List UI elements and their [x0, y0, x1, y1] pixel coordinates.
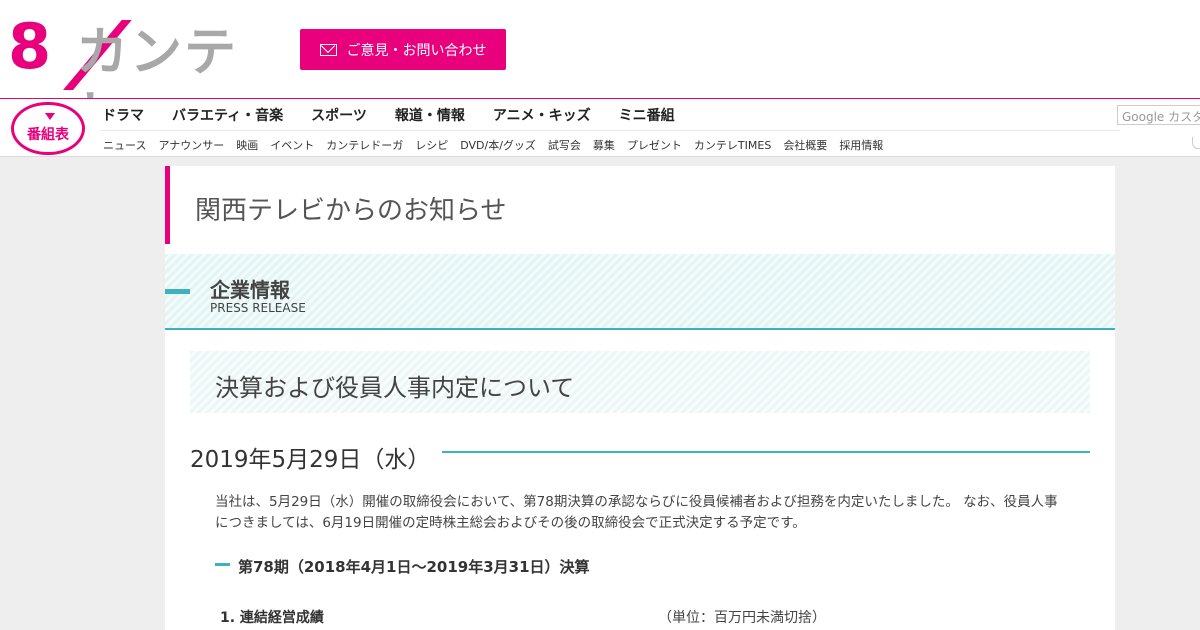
- contact-button-label: ご意見・お問い合わせ: [346, 42, 487, 59]
- sub-nav-item[interactable]: プレゼント: [627, 137, 682, 153]
- nav-item-news-info[interactable]: 報道・情報: [395, 105, 465, 125]
- nav-item-anime-kids[interactable]: アニメ・キッズ: [493, 105, 591, 125]
- article-body: 当社は、5月29日（水）開催の取締役会において、第78期決算の承認ならびに役員候…: [215, 494, 1058, 531]
- chevron-down-icon: [45, 113, 55, 120]
- nav-item-drama[interactable]: ドラマ: [102, 105, 144, 125]
- section-subtitle: PRESS RELEASE: [210, 301, 306, 315]
- kantele-logo[interactable]: 8 カンテレ: [8, 10, 263, 146]
- mail-icon: [319, 43, 337, 56]
- sub-nav-item[interactable]: 募集: [593, 137, 615, 153]
- article-title: 決算および役員人事内定について: [215, 374, 575, 402]
- sub-nav-item[interactable]: アナウンサー: [158, 137, 224, 153]
- subheading: 第78期（2018年4月1日～2019年3月31日）決算: [238, 558, 590, 576]
- sub-nav-item[interactable]: 試写会: [548, 137, 581, 153]
- global-nav: 番組表 ドラマ バラエティ・音楽 スポーツ 報道・情報 アニメ・キッズ ミニ番組…: [0, 98, 1200, 157]
- search-input[interactable]: Google カスタム検索: [1117, 105, 1200, 125]
- sub-nav-item[interactable]: カンテレドーガ: [326, 137, 403, 153]
- nav-sub: ニュース アナウンサー 映画 イベント カンテレドーガ レシピ DVD/本/グッ…: [103, 137, 883, 153]
- nav-item-sports[interactable]: スポーツ: [311, 105, 367, 125]
- sub-nav-item[interactable]: ニュース: [103, 137, 146, 153]
- unit-note: （単位：百万円未満切捨）: [658, 610, 826, 626]
- date-rule: [432, 451, 1090, 453]
- page-title: 関西テレビからのお知らせ: [165, 166, 1115, 244]
- nav-item-mini[interactable]: ミニ番組: [619, 105, 675, 125]
- site-header: 8 カンテレ ご意見・お問い合わせ: [0, 0, 1200, 146]
- section-title: 企業情報: [210, 278, 290, 302]
- sub-nav-item[interactable]: DVD/本/グッズ: [460, 137, 536, 153]
- sub-nav-item[interactable]: カンテレTIMES: [694, 137, 771, 153]
- program-guide-button[interactable]: 番組表: [11, 102, 85, 155]
- program-guide-label: 番組表: [27, 127, 69, 143]
- sub-nav-item[interactable]: 映画: [236, 137, 258, 153]
- date-row: 2019年5月29日（水）: [190, 440, 1090, 474]
- search-icon[interactable]: [1192, 137, 1200, 149]
- nav-main: ドラマ バラエティ・音楽 スポーツ 報道・情報 アニメ・キッズ ミニ番組: [102, 105, 675, 125]
- section-header: 企業情報 PRESS RELEASE: [165, 254, 1115, 330]
- article-title-box: 決算および役員人事内定について: [190, 351, 1090, 413]
- contact-button[interactable]: ご意見・お問い合わせ: [300, 29, 506, 70]
- section-dash: [165, 289, 190, 294]
- sub-nav-item[interactable]: レシピ: [415, 137, 448, 153]
- subheading-dash: [215, 563, 230, 566]
- logo-number: 8: [8, 10, 52, 83]
- main-content: 関西テレビからのお知らせ 企業情報 PRESS RELEASE 決算および役員人…: [165, 166, 1115, 630]
- sub-nav-item[interactable]: 採用情報: [839, 137, 883, 153]
- sub-nav-item[interactable]: イベント: [270, 137, 314, 153]
- sub-nav-item[interactable]: 会社概要: [783, 137, 827, 153]
- list-label: 1. 連結経営成績: [220, 610, 324, 626]
- article-date: 2019年5月29日（水）: [190, 440, 443, 474]
- nav-item-variety[interactable]: バラエティ・音楽: [172, 105, 283, 125]
- nav-divider: [100, 130, 1120, 131]
